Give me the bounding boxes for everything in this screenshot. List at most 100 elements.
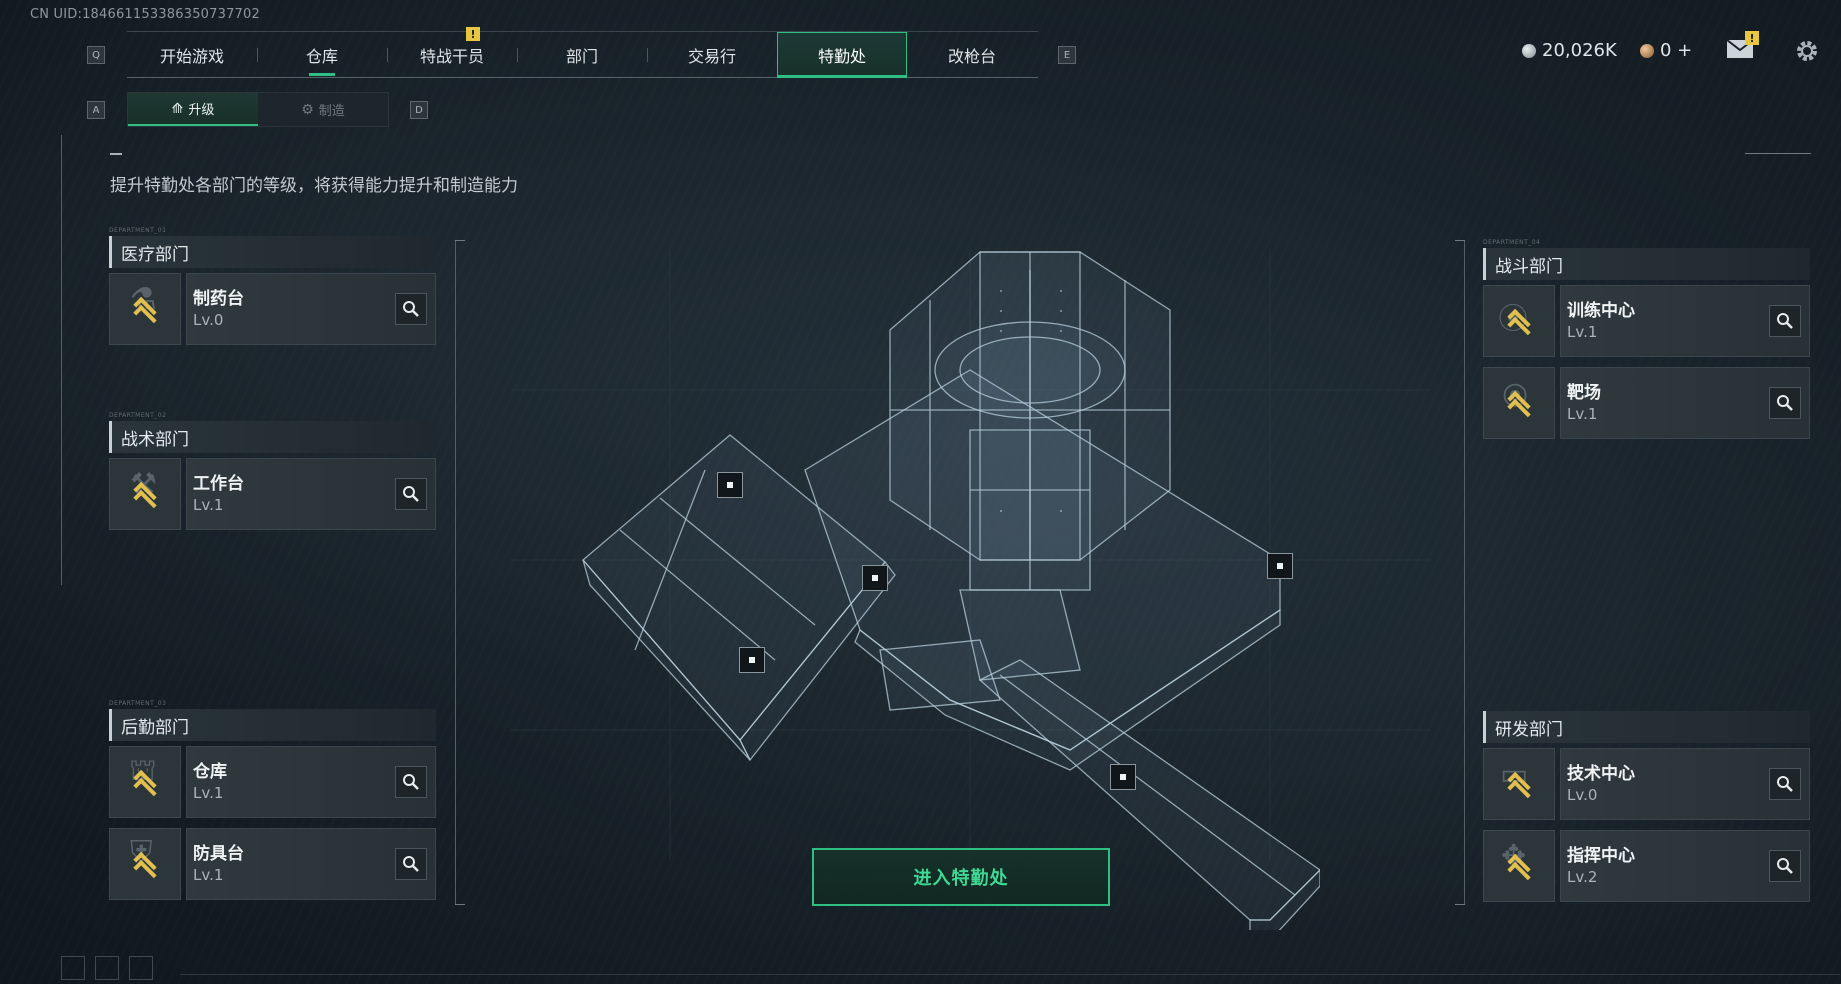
building-wireframe [582, 251, 1320, 930]
tab-warehouse[interactable]: 仓库 [257, 32, 387, 78]
facility-card: 防具台 Lv.1 [186, 828, 436, 900]
tab-label: 交易行 [687, 47, 736, 66]
department-tag: DEPARTMENT_01 [109, 227, 167, 234]
mail-icon[interactable]: ! [1726, 31, 1759, 63]
department-logistics: DEPARTMENT_03 后勤部门 ⛫ 仓库 Lv.1 ⛨ 防具台 Lv.1 [109, 700, 436, 910]
department-title: 战斗部门 [1483, 248, 1810, 280]
currency-secondary[interactable]: 0 + [1640, 40, 1692, 61]
uid-label: CN UID:18466115338635073770​2 [30, 7, 260, 22]
search-icon [403, 856, 419, 872]
facility-marker[interactable] [1267, 553, 1293, 579]
department-title: 战术部门 [109, 421, 436, 453]
nav-prev-key-hint[interactable]: Q [87, 46, 105, 64]
desc-accent [110, 153, 122, 155]
tab-special-ops[interactable]: 特勤处 [777, 32, 907, 78]
inspect-button[interactable] [1769, 850, 1801, 882]
search-icon [1777, 776, 1793, 792]
facility-card: 靶场 Lv.1 [1560, 367, 1810, 439]
search-icon [1777, 395, 1793, 411]
tab-label: 改枪台 [947, 47, 996, 66]
facility-workbench[interactable]: ⚒ 工作台 Lv.1 [109, 458, 436, 530]
craft-icon: ⚙ [301, 101, 314, 118]
subtab-label: 升级 [188, 103, 215, 118]
workbench-icon: ⚒ [109, 458, 181, 530]
tab-operators[interactable]: 特战干员! [387, 27, 517, 78]
facility-card: 指挥中心 Lv.2 [1560, 830, 1810, 902]
tab-label: 特战干员 [419, 47, 484, 66]
command-center-icon: ✥ [1483, 830, 1555, 902]
search-icon [1777, 313, 1793, 329]
subtab-label: 制造 [318, 104, 345, 119]
gear-icon[interactable] [1794, 38, 1820, 68]
search-icon [403, 301, 419, 317]
facility-tech-center[interactable]: ▭ 技术中心 Lv.0 [1483, 748, 1810, 820]
shooting-range-icon: ◎ [1483, 367, 1555, 439]
tab-trading[interactable]: 交易行 [647, 32, 777, 78]
bronze-coin-icon [1640, 43, 1654, 58]
department-tag: DEPARTMENT_04 [1483, 239, 1541, 246]
bracket-tick [455, 240, 465, 241]
currency-primary[interactable]: 20,026K [1522, 40, 1617, 61]
subtab-craft[interactable]: ⚙ 制造 [258, 93, 388, 126]
inspect-button[interactable] [1769, 387, 1801, 419]
silver-coin-icon [1522, 43, 1536, 58]
facility-card: 训练中心 Lv.1 [1560, 285, 1810, 357]
frame-line [1745, 153, 1811, 154]
tech-center-icon: ▭ [1483, 748, 1555, 820]
bracket-line-right [1464, 240, 1465, 905]
department-combat: DEPARTMENT_04 战斗部门 ⦿ 训练中心 Lv.1 ◎ 靶场 Lv.1 [1483, 239, 1810, 449]
facility-command-center[interactable]: ✥ 指挥中心 Lv.2 [1483, 830, 1810, 902]
subtab-prev-key-hint[interactable]: A [87, 101, 105, 119]
department-title: 后勤部门 [109, 709, 436, 741]
top-nav: 开始游戏 仓库 特战干员! 部门 交易行 特勤处 改枪台 [127, 27, 1038, 78]
decor-square [129, 956, 153, 980]
subtab-upgrade[interactable]: ⟰ 升级 [128, 93, 258, 126]
tab-label: 开始游戏 [159, 47, 224, 66]
inspect-button[interactable] [395, 478, 427, 510]
nav-next-key-hint[interactable]: E [1058, 46, 1076, 64]
subtab-bar: ⟰ 升级 ⚙ 制造 [127, 92, 389, 127]
tab-gunsmith[interactable]: 改枪台 [907, 32, 1037, 78]
facility-armor-bench[interactable]: ⛨ 防具台 Lv.1 [109, 828, 436, 900]
bracket-tick [455, 904, 465, 905]
facility-marker[interactable] [862, 565, 888, 591]
notification-badge: ! [466, 27, 480, 41]
facility-pharmacy[interactable]: ⚗ 制药台 Lv.0 [109, 273, 436, 345]
tab-start-game[interactable]: 开始游戏 [127, 32, 257, 78]
bottom-rule [180, 974, 1840, 975]
facility-marker[interactable] [1110, 764, 1136, 790]
facility-warehouse[interactable]: ⛫ 仓库 Lv.1 [109, 746, 436, 818]
facility-marker[interactable] [739, 647, 765, 673]
decor-square [95, 956, 119, 980]
department-title: 研发部门 [1483, 711, 1810, 743]
search-icon [403, 774, 419, 790]
department-tag: DEPARTMENT_03 [109, 700, 167, 707]
tab-department[interactable]: 部门 [517, 32, 647, 78]
subtab-next-key-hint[interactable]: D [410, 101, 428, 119]
armor-bench-icon: ⛨ [109, 828, 181, 900]
currency-secondary-value: 0 + [1660, 40, 1693, 61]
facility-training-center[interactable]: ⦿ 训练中心 Lv.1 [1483, 285, 1810, 357]
facility-card: 仓库 Lv.1 [186, 746, 436, 818]
enter-special-ops-button[interactable]: 进入特勤处 [812, 848, 1110, 906]
inspect-button[interactable] [1769, 305, 1801, 337]
tab-indicator [309, 73, 335, 76]
mail-badge: ! [1745, 31, 1759, 45]
facility-marker[interactable] [717, 472, 743, 498]
frame-line [61, 135, 62, 585]
inspect-button[interactable] [1769, 768, 1801, 800]
inspect-button[interactable] [395, 848, 427, 880]
facility-shooting-range[interactable]: ◎ 靶场 Lv.1 [1483, 367, 1810, 439]
department-medical: DEPARTMENT_01 医疗部门 ⚗ 制药台 Lv.0 [109, 227, 436, 355]
warehouse-icon: ⛫ [109, 746, 181, 818]
facility-card: 技术中心 Lv.0 [1560, 748, 1810, 820]
inspect-button[interactable] [395, 293, 427, 325]
department-tactical: DEPARTMENT_02 战术部门 ⚒ 工作台 Lv.1 [109, 412, 436, 540]
page-description: 提升特勤处各部门的等级，将获得能力提升和制造能力 [110, 176, 518, 196]
search-icon [1777, 858, 1793, 874]
bracket-tick [1455, 904, 1465, 905]
inspect-button[interactable] [395, 766, 427, 798]
upgrade-icon: ⟰ [171, 100, 184, 117]
training-center-icon: ⦿ [1483, 285, 1555, 357]
decor-square [61, 956, 85, 980]
